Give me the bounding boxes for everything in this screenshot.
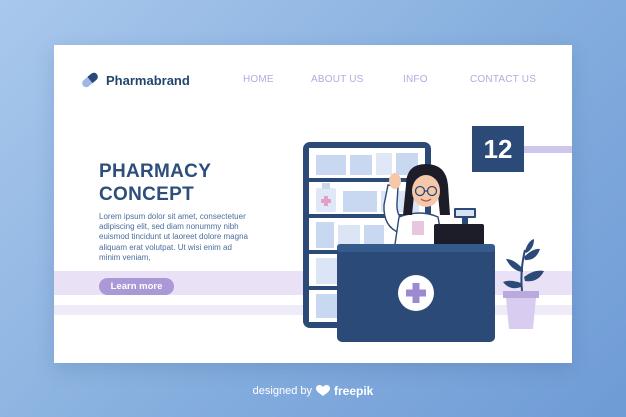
learn-more-button[interactable]: Learn more (99, 278, 174, 295)
freepik-logo-icon (315, 385, 330, 396)
landing-page-card: Pharmabrand HOME ABOUT US INFO CONTACT U… (54, 45, 572, 363)
hero-title-line2: CONCEPT (99, 184, 194, 205)
hero-body-text: Lorem ipsum dolor sit amet, consectetuer… (99, 212, 248, 262)
hero-title: PHARMACY CONCEPT (99, 160, 279, 206)
pharmacy-counter (337, 244, 495, 342)
potted-plant (503, 239, 544, 329)
cash-register (426, 208, 490, 250)
footer-prefix: designed by (252, 385, 312, 397)
hero-title-line1: PHARMACY (99, 161, 212, 182)
queue-number-sign: 12 (472, 126, 524, 172)
footer-credit: designed by freepik (0, 384, 626, 398)
footer-brand[interactable]: freepik (334, 384, 373, 398)
